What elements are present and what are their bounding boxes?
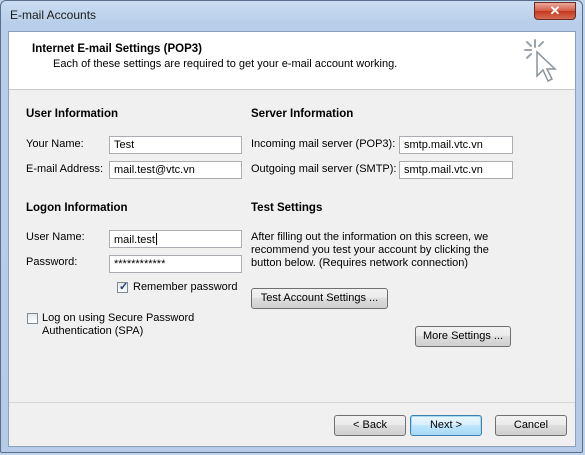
outgoing-server-label: Outgoing mail server (SMTP): bbox=[251, 163, 397, 175]
email-accounts-window: E-mail Accounts ✕ Internet E-mail Settin… bbox=[0, 0, 583, 453]
checkmark-icon: ✓ bbox=[119, 281, 129, 293]
window-title: E-mail Accounts bbox=[10, 8, 97, 22]
description-line-3: button below. (Requires network connecti… bbox=[251, 257, 469, 269]
more-settings-button[interactable]: More Settings ... bbox=[415, 326, 511, 347]
test-account-settings-button[interactable]: Test Account Settings ... bbox=[251, 288, 388, 309]
close-icon: ✕ bbox=[549, 3, 561, 18]
close-button[interactable]: ✕ bbox=[534, 2, 576, 20]
cursor-sparkle-icon bbox=[524, 39, 557, 83]
password-label: Password: bbox=[26, 256, 78, 268]
text-caret bbox=[155, 233, 157, 245]
dialog-client-area: Internet E-mail Settings (POP3) Each of … bbox=[8, 31, 576, 447]
email-address-label: E-mail Address: bbox=[26, 163, 104, 175]
your-name-field[interactable]: Test bbox=[109, 136, 242, 154]
incoming-server-label: Incoming mail server (POP3): bbox=[251, 138, 396, 150]
incoming-server-field[interactable]: smtp.mail.vtc.vn bbox=[399, 136, 513, 154]
email-address-field[interactable]: mail.test@vtc.vn bbox=[109, 161, 242, 179]
server-information-heading: Server Information bbox=[251, 108, 354, 120]
your-name-label: Your Name: bbox=[26, 138, 84, 150]
user-information-heading: User Information bbox=[26, 108, 119, 120]
next-button[interactable]: Next > bbox=[410, 415, 482, 436]
description-line-2: recommend you test your account by click… bbox=[251, 244, 489, 256]
password-field[interactable]: ************ bbox=[109, 255, 242, 273]
spa-label-line2[interactable]: Authentication (SPA) bbox=[42, 325, 143, 337]
remember-password-checkbox[interactable]: ✓ bbox=[117, 281, 129, 293]
footer-divider bbox=[9, 402, 575, 403]
user-name-field[interactable]: mail.test bbox=[109, 230, 242, 248]
remember-password-label[interactable]: Remember password bbox=[133, 281, 238, 293]
logon-information-heading: Logon Information bbox=[26, 202, 128, 214]
outgoing-server-field[interactable]: smtp.mail.vtc.vn bbox=[399, 161, 513, 179]
description-line-1: After filling out the information on thi… bbox=[251, 231, 489, 243]
cancel-button[interactable]: Cancel bbox=[495, 415, 567, 436]
title-bar[interactable]: E-mail Accounts ✕ bbox=[1, 1, 582, 29]
test-settings-description: After filling out the information on thi… bbox=[251, 231, 541, 270]
header-subtitle: Each of these settings are required to g… bbox=[53, 58, 398, 70]
test-settings-heading: Test Settings bbox=[251, 202, 323, 214]
dialog-header: Internet E-mail Settings (POP3) Each of … bbox=[9, 32, 575, 90]
back-button[interactable]: < Back bbox=[334, 415, 406, 436]
spa-label-line1[interactable]: Log on using Secure Password bbox=[42, 312, 194, 324]
spa-checkbox[interactable] bbox=[27, 313, 38, 324]
user-name-label: User Name: bbox=[26, 231, 85, 243]
header-title: Internet E-mail Settings (POP3) bbox=[32, 43, 202, 55]
